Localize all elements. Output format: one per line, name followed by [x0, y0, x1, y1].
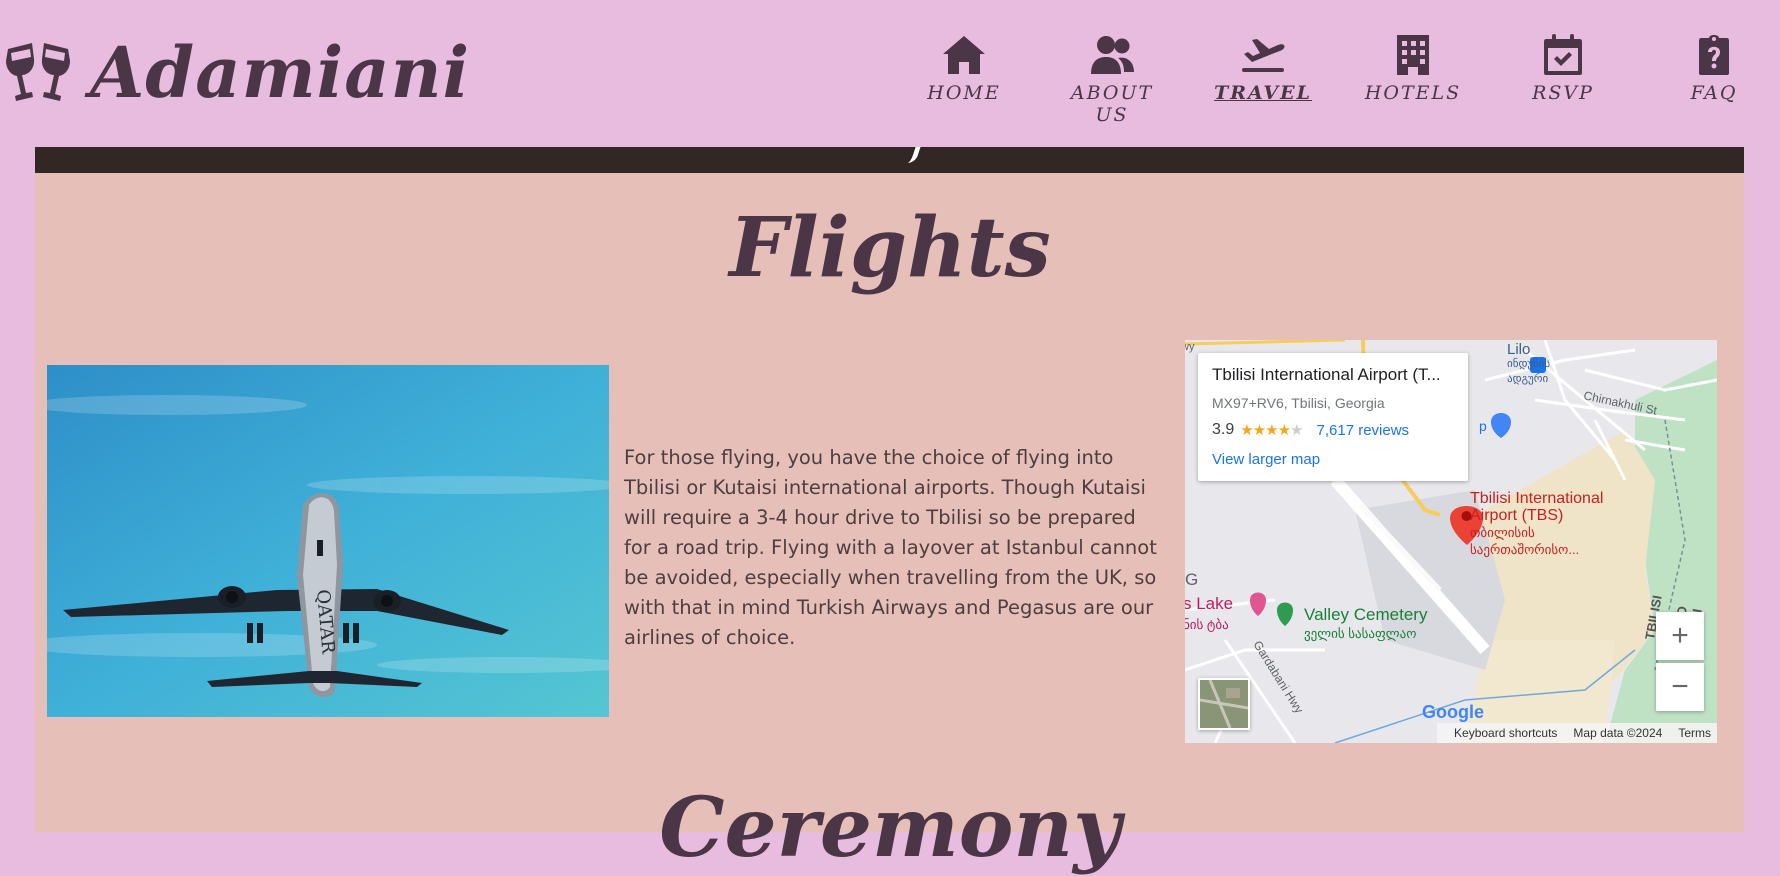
lake-text: s Lake [1185, 594, 1234, 613]
zoom-in-button[interactable]: + [1656, 612, 1704, 660]
clipboard-question-icon [1699, 35, 1729, 75]
hero-banner-edge [35, 141, 1744, 173]
nav-hotels-label: HOTELS [1364, 82, 1462, 104]
site-header: Adamiani HOME ABOUT US TRAVEL HOTELS RSV… [0, 0, 1780, 147]
rating-value: 3.9 [1212, 421, 1235, 438]
reviews-link[interactable]: 7,617 reviews [1317, 422, 1410, 439]
pin-label-line1: Tbilisi International [1470, 490, 1604, 507]
place-title: Tbilisi International Airport (T... [1212, 365, 1441, 384]
nav-hotels[interactable]: HOTELS [1353, 34, 1473, 114]
lake-sub: ნის ტბა [1185, 617, 1229, 632]
plane-departure-icon [1242, 39, 1285, 72]
lilo-text: Lilo [1507, 341, 1531, 358]
google-logo: Google [1422, 702, 1484, 723]
nav-about-us-label: ABOUT US [1070, 82, 1154, 126]
hotel-building-icon [1397, 35, 1429, 75]
pin-sub-2: საერთაშორისო... [1470, 542, 1580, 557]
map-data-attribution: Map data ©2024 [1573, 726, 1663, 740]
airport-pin-label: Tbilisi International Airport (TBS) თბილ… [1470, 490, 1603, 558]
rating-stars: ★★★★★ [1240, 422, 1303, 439]
ceremony-heading: Ceremony [659, 780, 1121, 876]
lilo-sub-2: ადგური [1507, 373, 1549, 385]
home-icon [943, 36, 985, 74]
google-logo-text: Google [1422, 702, 1484, 722]
nav-rsvp[interactable]: RSVP [1503, 34, 1623, 114]
map-label-lilo: Lilo ინდუზის ადგური [1507, 341, 1551, 386]
place-rating: 3.9 ★★★★★ 7,617 reviews [1212, 421, 1409, 439]
cemetery-text: Valley Cemetery [1304, 605, 1428, 624]
users-icon [1091, 36, 1134, 74]
map-lake-label: s Lake ნის ტბა [1185, 594, 1233, 635]
cemetery-sub: ველის სასაფლაო [1304, 626, 1417, 641]
nav-about-us[interactable]: ABOUT US [1052, 34, 1172, 126]
map-label-fragment: G [1185, 570, 1199, 589]
keyboard-shortcuts-link[interactable]: Keyboard shortcuts [1454, 726, 1557, 740]
zoom-out-button[interactable]: − [1656, 663, 1704, 711]
pin-label-line2: Airport (TBS) [1470, 507, 1564, 524]
flights-description: For those flying, you have the choice of… [624, 446, 1157, 649]
nav-faq[interactable]: FAQ [1654, 34, 1774, 114]
map-footer: Keyboard shortcuts Map data ©2024 Terms [1437, 723, 1717, 743]
place-address: MX97+RV6, Tbilisi, Georgia [1212, 395, 1385, 411]
view-larger-map-link[interactable]: View larger map [1212, 451, 1320, 468]
nav-home-label: HOME [927, 82, 1001, 104]
lilo-sub-1: ინდუზის [1507, 358, 1551, 370]
nav-home[interactable]: HOME [904, 34, 1024, 114]
place-info-card: Tbilisi International Airport (T... MX97… [1198, 353, 1468, 481]
plane-photo: QATAR [47, 365, 609, 717]
flights-heading: Flights [729, 200, 1051, 296]
nav-faq-label: FAQ [1690, 82, 1738, 104]
main-nav: HOME ABOUT US TRAVEL HOTELS RSVP FAQ [0, 34, 1780, 126]
nav-rsvp-label: RSVP [1532, 82, 1594, 104]
nav-travel-label: TRAVEL [1214, 82, 1312, 104]
satellite-toggle[interactable] [1198, 678, 1250, 730]
map-cemetery-label: Valley Cemetery ველის სასაფლაო [1304, 606, 1427, 643]
map-poi-fragment: p [1479, 418, 1487, 434]
pin-sub-1: თბილისის [1470, 525, 1535, 540]
airport-map[interactable]: Lilo ინდუზის ადგური Chirnakhuli St Garda… [1185, 340, 1717, 743]
calendar-check-icon [1544, 34, 1582, 75]
terms-link[interactable]: Terms [1678, 726, 1711, 740]
map-road-fragment: wy [1185, 341, 1195, 353]
nav-travel[interactable]: TRAVEL [1203, 34, 1323, 114]
